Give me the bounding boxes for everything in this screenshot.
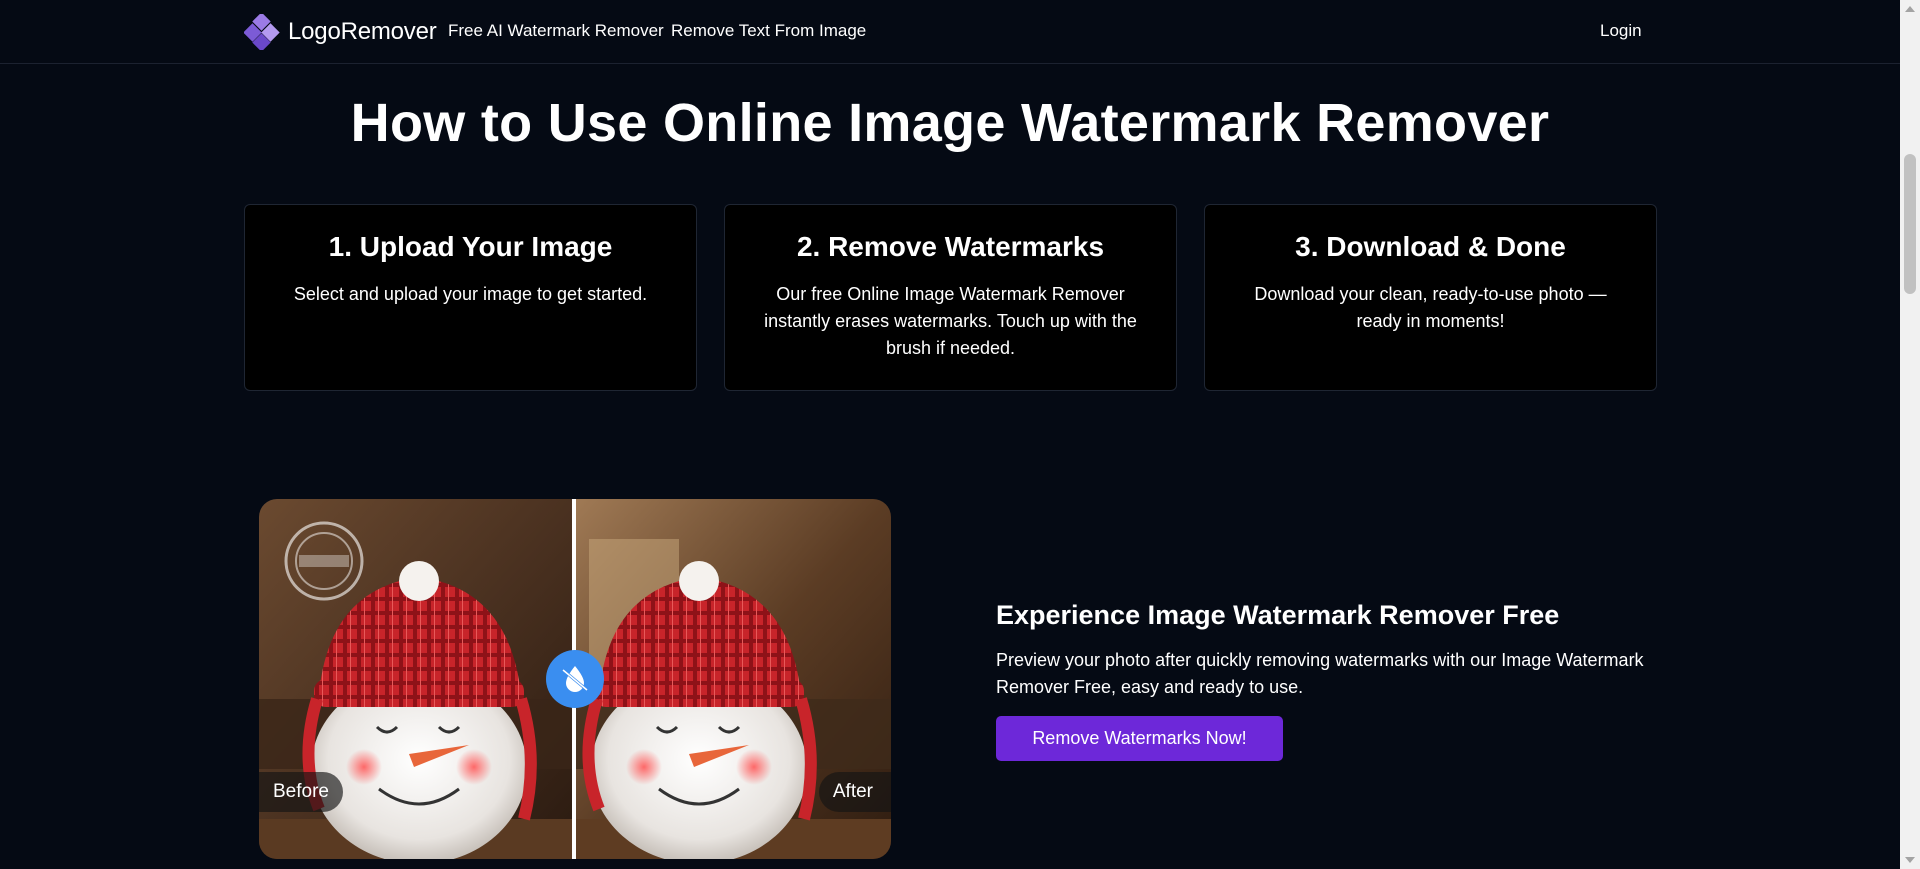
before-after-comparison[interactable]: Before After (259, 499, 891, 859)
comparison-slider-handle[interactable] (546, 650, 604, 708)
step-card-remove: 2. Remove Watermarks Our free Online Ima… (724, 204, 1177, 391)
after-label: After (818, 772, 891, 812)
before-label: Before (259, 772, 343, 812)
scrollbar-thumb[interactable] (1904, 154, 1916, 294)
step-description: Select and upload your image to get star… (293, 284, 648, 304)
scroll-up-arrow-icon[interactable] (1905, 6, 1915, 12)
step-title: 1. Upload Your Image (328, 231, 613, 262)
step-description: Our free Online Image Watermark Remover … (764, 284, 1137, 358)
step-title: 3. Download & Done (1295, 231, 1566, 262)
promo-section: Experience Image Watermark Remover Free … (996, 600, 1676, 761)
logo-icon (243, 12, 280, 52)
promo-title: Experience Image Watermark Remover Free (996, 600, 1560, 630)
promo-description: Preview your photo after quickly removin… (996, 650, 1644, 697)
brand-logo[interactable]: LogoRemover (243, 12, 437, 52)
how-to-title: How to Use Online Image Watermark Remove… (350, 93, 1550, 153)
step-description: Download your clean, ready-to-use photo … (1254, 284, 1607, 331)
nav-link-free-ai-watermark-remover[interactable]: Free AI Watermark Remover (448, 21, 664, 41)
remove-watermarks-button[interactable]: Remove Watermarks Now! (996, 716, 1283, 761)
step-card-download: 3. Download & Done Download your clean, … (1204, 204, 1657, 391)
step-card-upload: 1. Upload Your Image Select and upload y… (244, 204, 697, 391)
brand-name: LogoRemover (288, 18, 437, 45)
login-link[interactable]: Login (1600, 21, 1642, 41)
page-scrollbar[interactable] (1900, 0, 1920, 869)
step-title: 2. Remove Watermarks (796, 231, 1105, 262)
scroll-down-arrow-icon[interactable] (1905, 857, 1915, 863)
watermark-drop-icon (562, 666, 588, 692)
nav-link-remove-text-from-image[interactable]: Remove Text From Image (671, 21, 866, 41)
top-navigation: LogoRemover Free AI Watermark Remover Re… (0, 0, 1900, 64)
